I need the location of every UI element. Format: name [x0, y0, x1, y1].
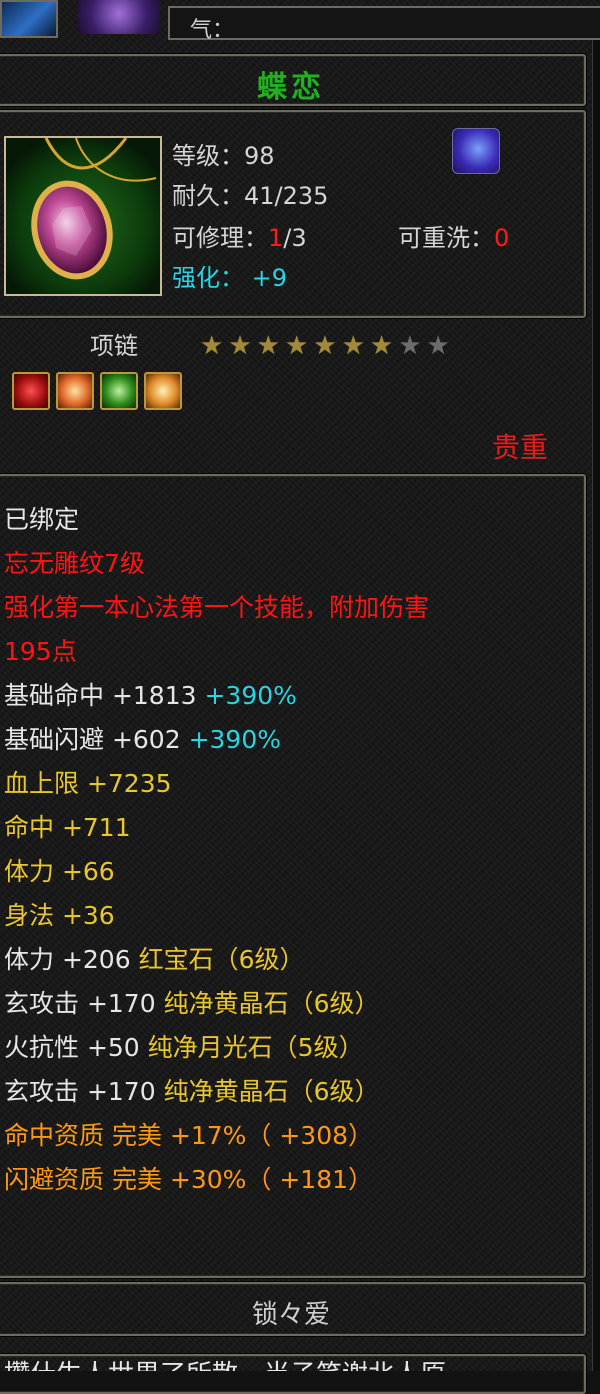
level-stat: 等级：98 — [172, 142, 275, 170]
avatar-portrait — [78, 0, 160, 34]
detail-text: 闪避资质 完美 +30%（ +181） — [4, 1165, 374, 1194]
detail-text: 体力 +206 — [4, 945, 139, 974]
detail-text: 强化第一本心法第一个技能，附加伤害 — [4, 593, 430, 622]
item-title-bar: 蝶恋 — [0, 54, 586, 106]
detail-text: 基础命中 +1813 — [4, 681, 205, 710]
star-icon: ★ — [200, 331, 224, 361]
orange-gem-icon — [56, 372, 94, 410]
repair-used: 1 — [268, 224, 284, 252]
detail-line: 玄攻击 +170 纯净黄晶石（6级） — [4, 984, 379, 1020]
detail-line: 195点 — [4, 632, 77, 668]
necklace-icon — [4, 136, 162, 296]
detail-line: 基础闪避 +602 +390% — [4, 720, 281, 756]
detail-text: 体力 +66 — [4, 857, 115, 886]
detail-text: 身法 +36 — [4, 901, 115, 930]
detail-text: 基础闪避 +602 — [4, 725, 189, 754]
scrollbar[interactable] — [592, 40, 600, 1371]
durability-stat: 耐久：41/235 — [172, 182, 329, 210]
footer-title: 锁々爱 — [251, 1300, 330, 1330]
repair-stat: 可修理：1/3 — [172, 218, 307, 253]
qi-label: 气： — [190, 18, 235, 43]
detail-text: 已绑定 — [4, 505, 80, 534]
detail-text: 命中资质 完美 +17%（ +308） — [4, 1121, 374, 1150]
rewash-label: 可重洗： — [398, 224, 494, 252]
detail-text: 火抗性 +50 — [4, 1033, 148, 1062]
item-type: 项链 — [90, 332, 138, 360]
bottom-text: 攒什生人世界了所散，当子笑谢北人原 — [4, 1354, 574, 1371]
detail-text: 纯净黄晶石（6级） — [163, 989, 380, 1018]
enhance-label: 强化： — [172, 264, 244, 292]
yellow-gem-icon — [144, 372, 182, 410]
rarity-label: 贵重 — [491, 431, 548, 464]
skill-slot-icon[interactable] — [0, 0, 58, 38]
detail-line: 基础命中 +1813 +390% — [4, 676, 297, 712]
detail-line: 强化第一本心法第一个技能，附加伤害 — [4, 588, 429, 624]
rune-icon — [452, 128, 500, 174]
detail-text: 玄攻击 +170 — [4, 989, 164, 1018]
star-icon: ★ — [313, 331, 337, 361]
detail-text: +390% — [204, 681, 297, 710]
star-icon: ★ — [228, 331, 252, 361]
star-icon: ★ — [398, 331, 422, 361]
rewash-value: 0 — [494, 224, 510, 252]
repair-total: /3 — [283, 224, 307, 252]
qi-field: 气： — [168, 6, 600, 43]
detail-text: +390% — [188, 725, 281, 754]
red-gem-icon — [12, 372, 50, 410]
detail-line: 忘无雕纹7级 — [4, 544, 145, 580]
rewash-stat: 可重洗：0 — [398, 218, 509, 253]
detail-line: 玄攻击 +170 纯净黄晶石（6级） — [4, 1072, 379, 1108]
item-name: 蝶恋 — [257, 70, 325, 105]
detail-text: 血上限 +7235 — [4, 769, 172, 798]
enhance-stat: 强化： +9 — [172, 258, 287, 293]
star-icon: ★ — [426, 331, 450, 361]
detail-text: 纯净黄晶石（6级） — [163, 1077, 380, 1106]
detail-line: 命中 +711 — [4, 808, 131, 844]
detail-line: 血上限 +7235 — [4, 764, 172, 800]
star-icon: ★ — [284, 331, 309, 361]
detail-line: 体力 +66 — [4, 852, 115, 888]
footer-title-bar: 锁々爱 — [0, 1282, 586, 1336]
green-gem-icon — [100, 372, 138, 410]
detail-line: 体力 +206 红宝石（6级） — [4, 940, 304, 976]
detail-text: 纯净月光石（5级） — [147, 1033, 364, 1062]
repair-label: 可修理： — [172, 224, 268, 252]
star-icon: ★ — [369, 331, 394, 361]
detail-line: 闪避资质 完美 +30%（ +181） — [4, 1160, 373, 1196]
detail-text: 195点 — [4, 637, 77, 666]
detail-line: 命中资质 完美 +17%（ +308） — [4, 1116, 373, 1152]
star-icon: ★ — [256, 331, 280, 361]
detail-line: 身法 +36 — [4, 896, 115, 932]
detail-line: 火抗性 +50 纯净月光石（5级） — [4, 1028, 364, 1064]
star-rating: ★ ★ ★ ★ ★ ★ ★ ★ ★ — [200, 333, 450, 363]
enhance-value: +9 — [251, 264, 288, 292]
gem-slots — [12, 372, 182, 410]
detail-text: 忘无雕纹7级 — [4, 549, 145, 578]
detail-text: 红宝石（6级） — [138, 945, 305, 974]
detail-text: 命中 +711 — [4, 813, 131, 842]
star-icon: ★ — [341, 331, 365, 361]
detail-line: 已绑定 — [4, 500, 79, 536]
detail-text: 玄攻击 +170 — [4, 1077, 164, 1106]
